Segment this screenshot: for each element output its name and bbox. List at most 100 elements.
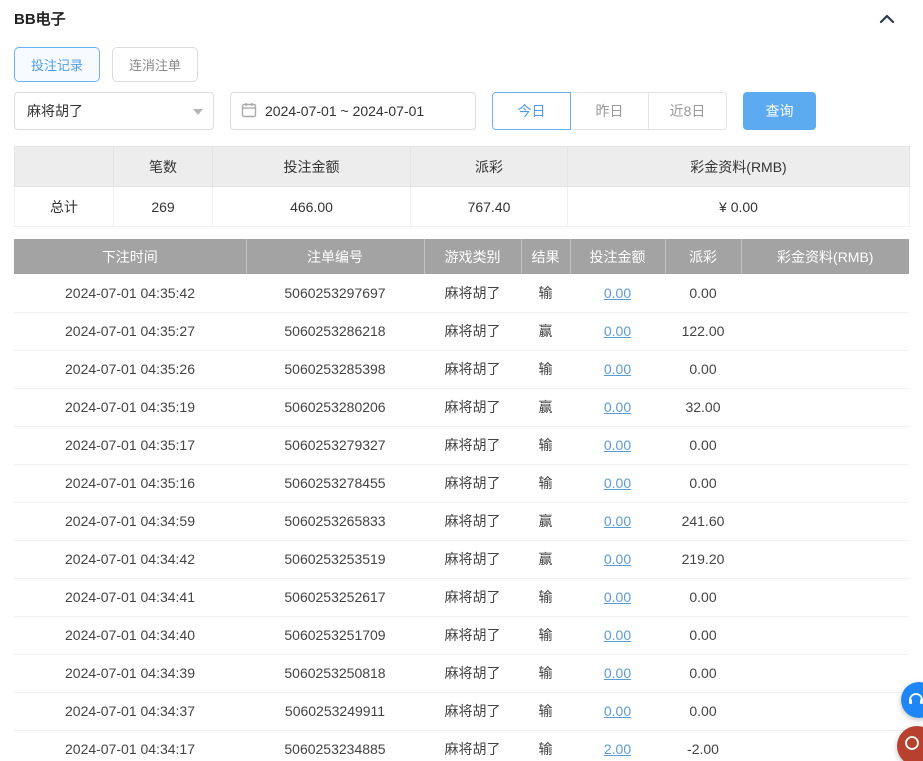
cell-order-no: 5060253250818: [246, 654, 424, 692]
cell-result: 输: [521, 654, 570, 692]
cell-bet-time: 2024-07-01 04:34:39: [14, 654, 246, 692]
header-result: 结果: [521, 239, 570, 274]
bet-amount-link[interactable]: 0.00: [604, 361, 631, 377]
tab-bet-records[interactable]: 投注记录: [14, 47, 100, 82]
bet-amount-link[interactable]: 0.00: [604, 285, 631, 301]
cell-bonus: [741, 426, 909, 464]
cell-bet-amount: 2.00: [570, 730, 665, 761]
cell-bonus: [741, 350, 909, 388]
cell-bet-amount: 0.00: [570, 426, 665, 464]
cell-game-type: 麻将胡了: [424, 274, 521, 312]
cell-result: 输: [521, 730, 570, 761]
chevron-down-icon: [193, 109, 203, 115]
quick-btn-today[interactable]: 今日: [492, 92, 571, 130]
cell-order-no: 5060253265833: [246, 502, 424, 540]
calendar-icon: [241, 102, 257, 121]
cell-payout: 0.00: [665, 464, 741, 502]
cell-game-type: 麻将胡了: [424, 502, 521, 540]
bet-amount-link[interactable]: 0.00: [604, 513, 631, 529]
cell-result: 输: [521, 350, 570, 388]
cell-bet-time: 2024-07-01 04:35:27: [14, 312, 246, 350]
bet-amount-link[interactable]: 2.00: [604, 741, 631, 757]
cell-order-no: 5060253234885: [246, 730, 424, 761]
cell-game-type: 麻将胡了: [424, 426, 521, 464]
bet-table-body: 2024-07-01 04:35:425060253297697麻将胡了输0.0…: [14, 274, 909, 761]
table-row: 2024-07-01 04:34:595060253265833麻将胡了赢0.0…: [14, 502, 909, 540]
bet-records-panel: BB电子 投注记录 连消注单 麻将胡了 2024-07-01 ~ 2024-07…: [0, 0, 923, 761]
bet-amount-link[interactable]: 0.00: [604, 703, 631, 719]
summary-header-blank: [15, 147, 114, 187]
collapse-panel-button[interactable]: [879, 11, 895, 27]
quick-btn-last-8-days[interactable]: 近8日: [648, 92, 727, 130]
summary-total-count: 269: [114, 187, 213, 227]
cell-game-type: 麻将胡了: [424, 350, 521, 388]
cell-payout: 0.00: [665, 578, 741, 616]
summary-total-bet-amount: 466.00: [213, 187, 411, 227]
cell-payout: 0.00: [665, 350, 741, 388]
bet-amount-link[interactable]: 0.00: [604, 437, 631, 453]
cell-game-type: 麻将胡了: [424, 312, 521, 350]
cell-bet-time: 2024-07-01 04:34:41: [14, 578, 246, 616]
bet-amount-link[interactable]: 0.00: [604, 475, 631, 491]
cell-bet-amount: 0.00: [570, 692, 665, 730]
cell-order-no: 5060253252617: [246, 578, 424, 616]
cell-payout: 0.00: [665, 692, 741, 730]
table-row: 2024-07-01 04:34:395060253250818麻将胡了输0.0…: [14, 654, 909, 692]
cell-game-type: 麻将胡了: [424, 464, 521, 502]
header-payout: 派彩: [665, 239, 741, 274]
bet-amount-link[interactable]: 0.00: [604, 323, 631, 339]
bet-amount-link[interactable]: 0.00: [604, 589, 631, 605]
header-game-type: 游戏类别: [424, 239, 521, 274]
bet-table-header-row: 下注时间 注单编号 游戏类别 结果 投注金额 派彩 彩金资料(RMB): [14, 239, 909, 274]
cell-result: 输: [521, 274, 570, 312]
cell-bet-amount: 0.00: [570, 616, 665, 654]
summary-total-row: 总计 269 466.00 767.40 ¥ 0.00: [15, 187, 910, 227]
summary-total-label: 总计: [15, 187, 114, 227]
cell-bet-time: 2024-07-01 04:35:19: [14, 388, 246, 426]
quick-btn-yesterday[interactable]: 昨日: [570, 92, 649, 130]
header-bonus: 彩金资料(RMB): [741, 239, 909, 274]
cell-bonus: [741, 578, 909, 616]
cell-game-type: 麻将胡了: [424, 692, 521, 730]
chevron-up-icon: [879, 11, 895, 27]
table-row: 2024-07-01 04:35:195060253280206麻将胡了赢 0.0…: [14, 388, 909, 426]
cell-order-no: 5060253280206: [246, 388, 424, 426]
summary-total-payout: 767.40: [411, 187, 568, 227]
tab-cancelled-orders[interactable]: 连消注单: [112, 47, 198, 82]
table-row: 2024-07-01 04:34:175060253234885麻将胡了输2.0…: [14, 730, 909, 761]
cell-game-type: 麻将胡了: [424, 388, 521, 426]
cell-result: 赢: [521, 540, 570, 578]
cell-bonus: [741, 654, 909, 692]
cell-payout: 32.00: [665, 388, 741, 426]
cell-order-no: 5060253279327: [246, 426, 424, 464]
cell-payout: 0.00: [665, 426, 741, 464]
bet-records-table: 下注时间 注单编号 游戏类别 结果 投注金额 派彩 彩金资料(RMB) 2024…: [14, 239, 909, 761]
bet-amount-link[interactable]: 0.00: [604, 551, 631, 567]
cell-bet-amount: 0.00: [570, 312, 665, 350]
game-select[interactable]: 麻将胡了: [14, 92, 214, 130]
cell-bet-amount: 0.00: [570, 578, 665, 616]
table-row: 2024-07-01 04:35:175060253279327麻将胡了输0.0…: [14, 426, 909, 464]
date-range-picker[interactable]: 2024-07-01 ~ 2024-07-01: [230, 92, 476, 130]
cell-bet-amount: 0.00: [570, 388, 665, 426]
cell-order-no: 5060253297697: [246, 274, 424, 312]
bet-amount-link[interactable]: 0.00: [604, 399, 631, 415]
summary-table: 笔数 投注金额 派彩 彩金资料(RMB) 总计 269 466.00 767.4…: [14, 146, 910, 227]
cell-bet-time: 2024-07-01 04:34:59: [14, 502, 246, 540]
cell-result: 赢: [521, 312, 570, 350]
table-row: 2024-07-01 04:35:425060253297697麻将胡了输0.0…: [14, 274, 909, 312]
cell-result: 输: [521, 578, 570, 616]
cell-bonus: [741, 502, 909, 540]
cell-result: 赢: [521, 388, 570, 426]
bet-amount-link[interactable]: 0.00: [604, 665, 631, 681]
cell-payout: -2.00: [665, 730, 741, 761]
cell-bet-amount: 0.00: [570, 464, 665, 502]
record-tabs: 投注记录 连消注单: [14, 47, 909, 82]
bet-amount-link[interactable]: 0.00: [604, 627, 631, 643]
cell-payout: 122.00: [665, 312, 741, 350]
cell-bet-amount: 0.00: [570, 350, 665, 388]
query-button[interactable]: 查询: [743, 92, 816, 130]
header-order-no: 注单编号: [246, 239, 424, 274]
date-range-value: 2024-07-01 ~ 2024-07-01: [265, 103, 424, 119]
page-title: BB电子: [14, 8, 66, 29]
